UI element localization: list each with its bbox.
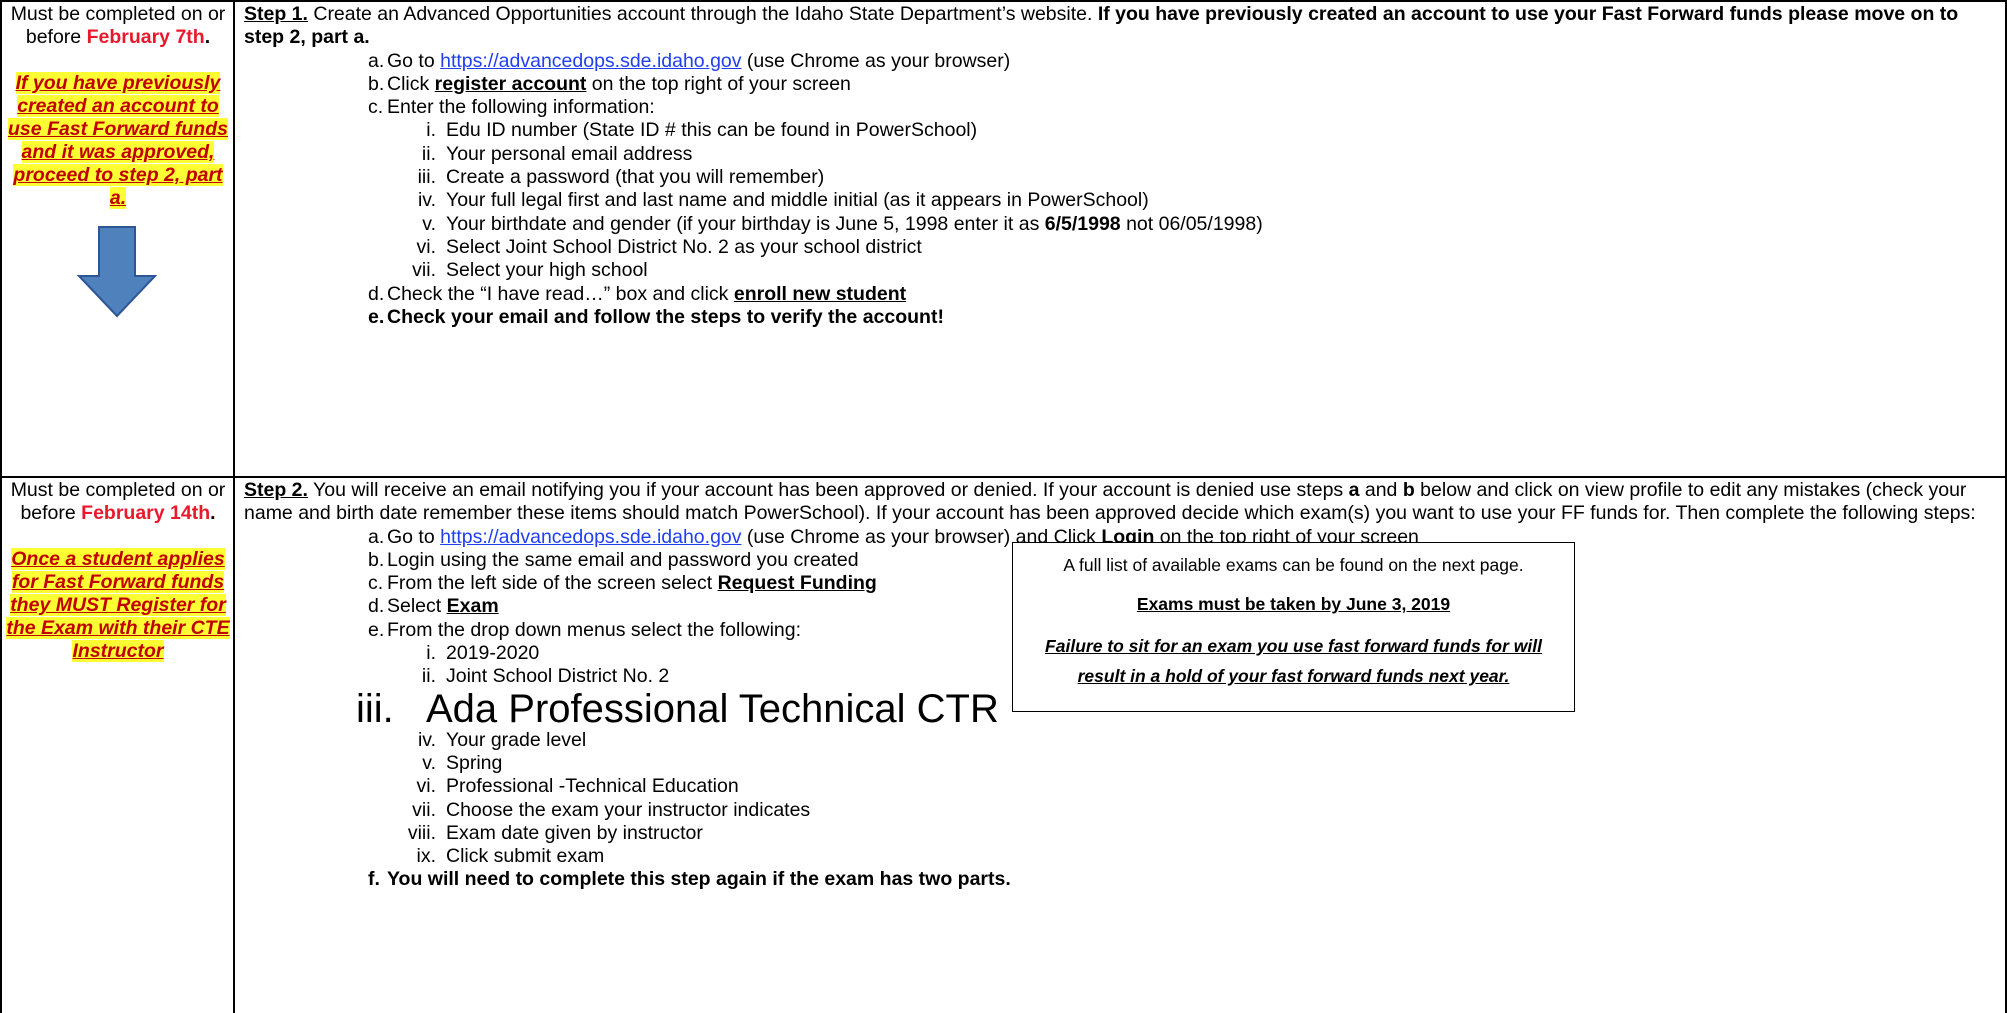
step2-deadline-cell: Must be completed on or before February …: [4, 479, 232, 663]
list-item: vi. Select Joint School District No. 2 as…: [416, 235, 922, 258]
register-account-label: register account: [434, 72, 587, 95]
step1-list: a. Go to https://advancedops.sde.idaho.go…: [244, 50, 1984, 330]
table-top-border: [0, 0, 2007, 2]
list-item: iv. Your full legal first and last name a…: [417, 189, 1149, 212]
list-item: c. Enter the following information: i. Edu…: [244, 96, 1984, 282]
step2-note: Once a student applies for Fast Forward …: [6, 548, 230, 662]
notice-exam-list: A full list of available exams can be fo…: [1063, 555, 1524, 575]
step1-intro: Step 1. Create an Advanced Opportunities…: [244, 3, 1959, 49]
step1-deadline: Must be completed on or before February …: [10, 3, 226, 48]
step1-deadline-cell: Must be completed on or before February …: [4, 3, 232, 210]
advancedops-link[interactable]: https://advancedops.sde.idaho.gov: [440, 526, 741, 548]
enroll-new-student-label: enroll new student: [733, 282, 907, 305]
step1-note: If you have previously created an accoun…: [8, 72, 228, 209]
step2-heading: Step 2.: [244, 479, 308, 501]
list-item: ii. Your personal email address: [421, 142, 693, 165]
list-item: iii. Create a password (that you will rem…: [417, 166, 825, 189]
list-item: iv. Your grade level: [417, 728, 587, 751]
table-left-border: [0, 2, 2, 1013]
list-item: vii. Choose the exam your instructor indi…: [412, 798, 811, 821]
notice-warning: Failure to sit for an exam you use fast …: [1045, 636, 1542, 686]
exam-notice-box: A full list of available exams can be fo…: [1012, 542, 1575, 712]
list-item: e. Check your email and follow the steps …: [368, 305, 944, 328]
list-item: d. Check the “I have read…” box and click…: [368, 282, 907, 305]
row-divider: [0, 476, 2007, 478]
step2-deadline: Must be completed on or before February …: [10, 479, 226, 524]
list-item: viii. Exam date given by instructor: [407, 821, 703, 844]
request-funding-label: Request Funding: [717, 572, 877, 595]
list-item: v. Your birthdate and gender (if your bir…: [422, 212, 1263, 235]
list-item: vi. Professional -Technical Education: [416, 775, 739, 798]
step2-deadline-date: February 14th: [81, 502, 211, 524]
down-arrow-icon: [77, 226, 157, 318]
step1-deadline-date: February 7th: [86, 26, 205, 48]
list-item: ix. Click submit exam: [416, 845, 605, 868]
step1-sublist: i. Edu ID number (State ID # this can be …: [244, 119, 1984, 282]
list-item: v. Spring: [422, 751, 503, 774]
exam-label: Exam: [446, 595, 499, 618]
step1-heading: Step 1.: [244, 3, 308, 25]
step1-instructions: Step 1. Create an Advanced Opportunities…: [244, 3, 1984, 329]
step2-intro: Step 2. You will receive an email notify…: [244, 479, 1976, 525]
list-item: i. Edu ID number (State ID # this can be …: [426, 119, 978, 142]
advancedops-link[interactable]: https://advancedops.sde.idaho.gov: [440, 50, 741, 72]
notice-exam-deadline: Exams must be taken by June 3, 2019: [1136, 594, 1451, 614]
list-item: vii. Select your high school: [412, 259, 648, 282]
list-item: b. Click register account on the top righ…: [368, 72, 851, 95]
list-item: f. You will need to complete this step ag…: [368, 868, 1011, 891]
list-item: a. Go to https://advancedops.sde.idaho.go…: [368, 49, 1011, 72]
column-divider: [233, 2, 235, 1013]
